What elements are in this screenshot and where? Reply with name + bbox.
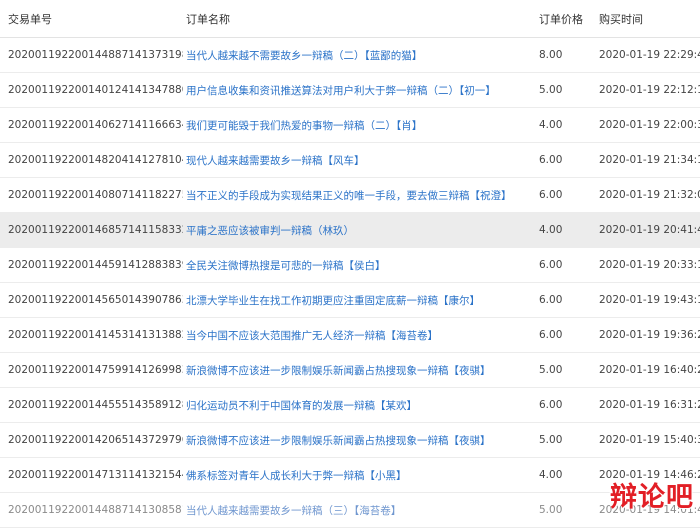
table-row: 2020011922001448871413085811 当代人越来越需要故乡一… xyxy=(0,492,700,528)
order-price: 4.00 xyxy=(537,457,599,493)
purchase-time: 2020-01-19 21:32:02 xyxy=(599,177,700,213)
order-name-link[interactable]: 用户信息收集和资讯推送算法对用户利大于弊一辩稿（二）【初一】 xyxy=(186,85,496,97)
order-name-link[interactable]: 我们更可能毁于我们热爱的事物一辩稿（二）【肖】 xyxy=(186,120,422,132)
order-id: 2020011922001482041412781049 xyxy=(0,142,183,178)
table-row: 2020011922001475991412699834 新浪微博不应该进一步限… xyxy=(0,352,700,388)
order-price: 8.00 xyxy=(537,37,599,73)
header-order-id: 交易单号 xyxy=(0,0,183,38)
table-row: 2020011922001445551435891287 归化运动员不利于中国体… xyxy=(0,387,700,423)
purchase-time: 2020-01-19 21:34:11 xyxy=(599,142,700,178)
purchase-time: 2020-01-19 22:29:49 xyxy=(599,37,700,73)
table-row: 2020011922001456501439078638 北漂大学毕业生在找工作… xyxy=(0,282,700,318)
header-purchase-time: 购买时间 xyxy=(599,0,700,38)
order-id: 2020011922001420651437297967 xyxy=(0,422,183,458)
order-name-link[interactable]: 当今中国不应该大范围推广无人经济一辩稿【海苔卷】 xyxy=(186,330,438,342)
order-price: 4.00 xyxy=(537,107,599,143)
order-id: 2020011922001414531413138822 xyxy=(0,317,183,353)
order-id: 2020011922001445551435891287 xyxy=(0,387,183,423)
order-name-link[interactable]: 佛系标签对青年人成长利大于弊一辩稿【小黑】 xyxy=(186,470,407,482)
purchase-time: 2020-01-19 20:41:47 xyxy=(599,212,700,248)
order-id: 202001192200144591412883839 xyxy=(0,247,183,283)
order-name-link[interactable]: 全民关注微博热搜是可悲的一辩稿【侯白】 xyxy=(186,260,386,272)
table-row: 202001192200144591412883839 全民关注微博热搜是可悲的… xyxy=(0,247,700,283)
order-price: 4.00 xyxy=(537,212,599,248)
order-price: 6.00 xyxy=(537,177,599,213)
order-price: 5.00 xyxy=(537,492,599,528)
order-id: 2020011922001401241413478801 xyxy=(0,72,183,108)
table-row: 2020011922001448871413731989 当代人越来越不需要故乡… xyxy=(0,37,700,73)
order-price: 6.00 xyxy=(537,387,599,423)
order-name-link[interactable]: 当不正义的手段成为实现结果正义的唯一手段，要去做三辩稿【祝澄】 xyxy=(186,190,512,202)
table-row: 2020011922001408071411822758 当不正义的手段成为实现… xyxy=(0,177,700,213)
order-id: 2020011922001468571411583327 xyxy=(0,212,183,248)
purchase-time: 2020-01-19 20:33:16 xyxy=(599,247,700,283)
order-id: 2020011922001448871413731989 xyxy=(0,37,183,73)
order-price: 6.00 xyxy=(537,142,599,178)
order-name-link[interactable]: 北漂大学毕业生在找工作初期更应注重固定底薪一辩稿【康尔】 xyxy=(186,295,480,307)
table-row-highlighted: 2020011922001468571411583327 平庸之恶应该被审判一辩… xyxy=(0,212,700,248)
table-header-row: 交易单号 订单名称 订单价格 购买时间 xyxy=(0,0,700,38)
purchase-time: 2020-01-19 19:36:28 xyxy=(599,317,700,353)
table-row: 2020011922001406271411666342 我们更可能毁于我们热爱… xyxy=(0,107,700,143)
order-id: 2020011922001408071411822758 xyxy=(0,177,183,213)
table-row: 2020011922001471311413215445 佛系标签对青年人成长利… xyxy=(0,457,700,493)
purchase-time: 2020-01-19 19:43:16 xyxy=(599,282,700,318)
purchase-time: 2020-01-19 16:40:25 xyxy=(599,352,700,388)
order-price: 5.00 xyxy=(537,352,599,388)
table-row: 2020011922001414531413138822 当今中国不应该大范围推… xyxy=(0,317,700,353)
orders-table: 交易单号 订单名称 订单价格 购买时间 20200119220014488714… xyxy=(0,0,700,528)
order-name-link[interactable]: 新浪微博不应该进一步限制娱乐新闻霸占热搜现象一辩稿【夜骐】 xyxy=(186,435,491,447)
order-name-link[interactable]: 归化运动员不利于中国体育的发展一辩稿【某欢】 xyxy=(186,400,417,412)
order-name-link[interactable]: 新浪微博不应该进一步限制娱乐新闻霸占热搜现象一辩稿【夜骐】 xyxy=(186,365,491,377)
table-row: 2020011922001420651437297967 新浪微博不应该进一步限… xyxy=(0,422,700,458)
purchase-time: 2020-01-19 22:12:15 xyxy=(599,72,700,108)
order-name-link[interactable]: 平庸之恶应该被审判一辩稿（林玖） xyxy=(186,225,354,237)
header-order-name: 订单名称 xyxy=(183,0,537,38)
purchase-time: 2020-01-19 22:00:34 xyxy=(599,107,700,143)
order-id: 2020011922001471311413215445 xyxy=(0,457,183,493)
order-id: 2020011922001406271411666342 xyxy=(0,107,183,143)
order-id: 2020011922001475991412699834 xyxy=(0,352,183,388)
order-price: 6.00 xyxy=(537,317,599,353)
table-row: 2020011922001401241413478801 用户信息收集和资讯推送… xyxy=(0,72,700,108)
order-price: 6.00 xyxy=(537,282,599,318)
order-id: 2020011922001448871413085811 xyxy=(0,492,183,528)
order-price: 5.00 xyxy=(537,72,599,108)
header-order-price: 订单价格 xyxy=(537,0,599,38)
order-name-link[interactable]: 当代人越来越需要故乡一辩稿（三）【海苔卷】 xyxy=(186,505,401,517)
order-id: 2020011922001456501439078638 xyxy=(0,282,183,318)
purchase-time: 2020-01-19 15:40:33 xyxy=(599,422,700,458)
table-row: 2020011922001482041412781049 现代人越来越需要故乡一… xyxy=(0,142,700,178)
purchase-time: 2020-01-19 16:31:28 xyxy=(599,387,700,423)
order-name-link[interactable]: 当代人越来越不需要故乡一辩稿（二）【蓝鄙的猫】 xyxy=(186,50,422,62)
site-watermark-logo: 辩论吧 xyxy=(610,482,694,513)
order-name-link[interactable]: 现代人越来越需要故乡一辩稿【风车】 xyxy=(186,155,365,167)
order-price: 5.00 xyxy=(537,422,599,458)
order-price: 6.00 xyxy=(537,247,599,283)
